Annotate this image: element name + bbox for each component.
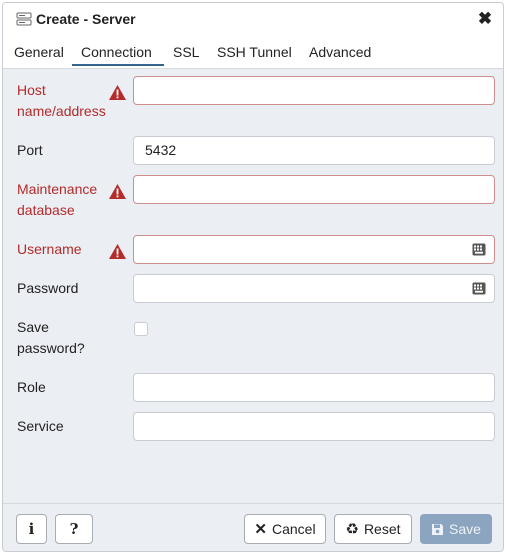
- password-input[interactable]: [133, 274, 495, 303]
- info-button[interactable]: i: [16, 514, 47, 544]
- help-icon: ?: [69, 520, 79, 538]
- save-password-checkbox[interactable]: [134, 322, 148, 336]
- tab-general[interactable]: General: [14, 44, 64, 60]
- password-label: Password: [17, 280, 79, 296]
- tab-connection[interactable]: Connection: [81, 44, 152, 60]
- save-button[interactable]: Save: [420, 514, 492, 544]
- username-label: Username: [17, 241, 82, 257]
- create-server-dialog: Create - Server ✖ General Connection SSL…: [2, 2, 504, 552]
- port-label: Port: [17, 142, 43, 158]
- close-icon[interactable]: ✖: [476, 9, 494, 29]
- keyboard-icon: [472, 282, 486, 295]
- dialog-title: Create - Server: [36, 11, 136, 27]
- username-input[interactable]: [133, 235, 495, 264]
- cancel-button[interactable]: ✕ Cancel: [244, 514, 326, 544]
- help-button[interactable]: ?: [55, 514, 93, 544]
- role-label: Role: [17, 379, 46, 395]
- times-icon: ✕: [254, 521, 267, 538]
- connection-form: Host name/address Port 5432 Maintenance …: [3, 69, 503, 506]
- active-tab-indicator: [72, 64, 164, 66]
- tab-advanced[interactable]: Advanced: [309, 44, 371, 60]
- warning-icon: [109, 85, 126, 100]
- recycle-icon: ♻: [345, 521, 359, 538]
- tab-ssh-tunnel[interactable]: SSH Tunnel: [217, 44, 292, 60]
- server-icon: [16, 12, 32, 26]
- floppy-icon: [432, 523, 444, 535]
- reset-button[interactable]: ♻ Reset: [334, 514, 412, 544]
- info-icon: i: [28, 520, 35, 538]
- service-input[interactable]: [133, 412, 495, 441]
- host-input[interactable]: [133, 76, 495, 105]
- dialog-titlebar[interactable]: Create - Server ✖: [3, 3, 503, 36]
- service-label: Service: [17, 418, 64, 434]
- maintenance-db-input[interactable]: [133, 175, 495, 204]
- dialog-footer: i ? ✕ Cancel ♻ Reset Save: [3, 503, 503, 551]
- save-password-label: Save password?: [17, 319, 85, 356]
- host-label: Host name/address: [17, 82, 106, 119]
- maintenance-db-label: Maintenance database: [17, 181, 98, 218]
- warning-icon: [109, 184, 126, 199]
- keyboard-icon: [472, 243, 486, 256]
- tab-bar: General Connection SSL SSH Tunnel Advanc…: [3, 36, 503, 69]
- warning-icon: [109, 244, 126, 259]
- port-input[interactable]: 5432: [133, 136, 495, 165]
- tab-ssl[interactable]: SSL: [173, 44, 199, 60]
- role-input[interactable]: [133, 373, 495, 402]
